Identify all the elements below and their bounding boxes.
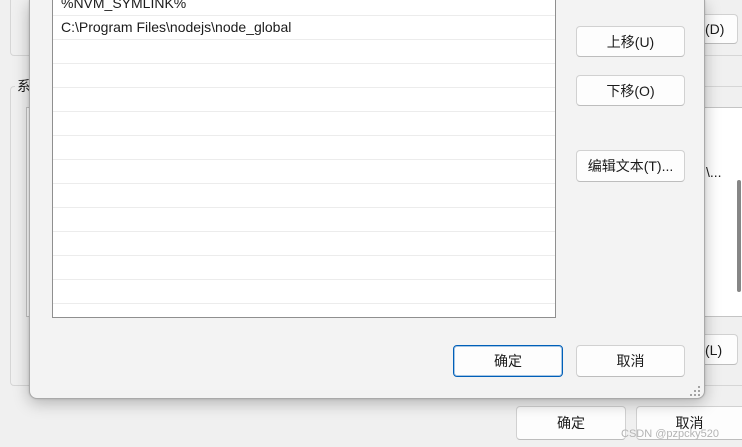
environment-variables-ok-label: 确定 <box>557 415 585 431</box>
watermark: CSDN @pzpcky520 <box>621 428 719 440</box>
path-row-empty <box>53 232 555 256</box>
path-row-empty <box>53 208 555 232</box>
path-row-empty <box>53 280 555 304</box>
path-row-empty <box>53 256 555 280</box>
user-variable-delete-button-label: (D) <box>705 21 725 37</box>
path-row[interactable]: %NVM_SYMLINK% <box>53 0 555 16</box>
path-row-empty <box>53 160 555 184</box>
move-down-button-label: 下移(O) <box>606 82 655 99</box>
path-list[interactable]: %NVM_SYMLINK% C:\Program Files\nodejs\no… <box>52 0 556 318</box>
path-entry-text: C:\Program Files\nodejs\node_global <box>61 19 292 35</box>
edit-text-button[interactable]: 编辑文本(T)... <box>576 150 685 182</box>
ok-button[interactable]: 确定 <box>453 345 563 377</box>
path-row[interactable]: C:\Program Files\nodejs\node_global <box>53 16 555 40</box>
path-row-empty <box>53 136 555 160</box>
path-row-empty <box>53 64 555 88</box>
path-row-empty <box>53 88 555 112</box>
system-variable-value-text[interactable]: \... <box>706 163 722 181</box>
path-row-empty <box>53 304 555 317</box>
environment-variables-ok-button[interactable]: 确定 <box>516 406 626 440</box>
move-up-button[interactable]: 上移(U) <box>576 26 685 57</box>
path-row-empty <box>53 40 555 64</box>
ok-button-label: 确定 <box>494 353 522 369</box>
move-up-button-label: 上移(U) <box>606 33 655 50</box>
path-rows: %NVM_SYMLINK% C:\Program Files\nodejs\no… <box>53 0 555 317</box>
path-entry-text: %NVM_SYMLINK% <box>61 0 187 11</box>
edit-text-button-label: 编辑文本(T)... <box>587 158 674 174</box>
screen: 系 \... (D) (L) 确定 取消 %NVM_SYMLINK% C:\Pr… <box>0 0 742 447</box>
cancel-button-label: 取消 <box>616 353 645 369</box>
path-row-empty <box>53 184 555 208</box>
scrollbar-thumb[interactable] <box>737 180 741 292</box>
move-down-button[interactable]: 下移(O) <box>576 75 685 106</box>
resize-grip-icon[interactable] <box>689 385 700 396</box>
system-variable-delete-button-label: (L) <box>705 341 723 358</box>
cancel-button[interactable]: 取消 <box>576 345 685 377</box>
edit-environment-variable-dialog: %NVM_SYMLINK% C:\Program Files\nodejs\no… <box>29 0 705 399</box>
path-row-empty <box>53 112 555 136</box>
